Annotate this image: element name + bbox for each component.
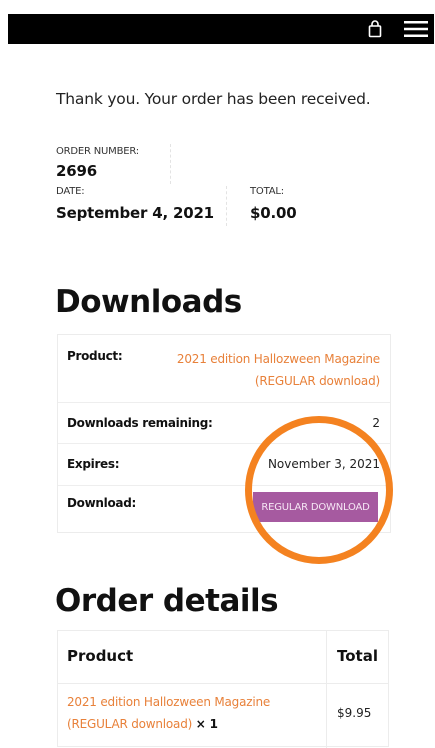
order-date-label: DATE: — [56, 186, 85, 197]
order-details-heading: Order details — [55, 583, 279, 619]
downloads-remaining-label: Downloads remaining: — [67, 416, 213, 430]
regular-download-button[interactable]: REGULAR DOWNLOAD — [253, 492, 378, 522]
order-details-header-row: Product Total — [58, 631, 388, 684]
product-label: Product: — [67, 349, 123, 363]
downloads-remaining-value: 2 — [372, 416, 380, 430]
order-total-value: $0.00 — [250, 204, 297, 222]
order-item-total: $9.95 — [337, 706, 372, 720]
download-row: Download: REGULAR DOWNLOAD — [58, 486, 390, 532]
downloads-table: Product: 2021 edition Hallozween Magazin… — [57, 334, 391, 533]
product-column-header: Product — [67, 647, 134, 665]
order-item-name: 2021 edition Hallozween Magazine (REGULA… — [67, 691, 322, 735]
expires-value: November 3, 2021 — [267, 457, 380, 471]
downloads-remaining-row: Downloads remaining: 2 — [58, 403, 390, 444]
download-label: Download: — [67, 496, 136, 510]
download-product-row: Product: 2021 edition Hallozween Magazin… — [58, 335, 390, 403]
expires-row: Expires: November 3, 2021 — [58, 444, 390, 486]
overview-divider — [170, 144, 171, 184]
shopping-bag-icon[interactable] — [368, 20, 382, 38]
expires-label: Expires: — [67, 457, 120, 471]
top-bar — [8, 14, 434, 44]
overview-divider — [226, 186, 227, 226]
download-product-link[interactable]: 2021 edition Hallozween Magazine (REGULA… — [130, 348, 380, 392]
order-details-table: Product Total 2021 edition Hallozween Ma… — [57, 630, 389, 748]
order-item-quantity: × 1 — [195, 717, 218, 731]
order-total-label: TOTAL: — [250, 186, 284, 197]
order-date-value: September 4, 2021 — [56, 204, 214, 222]
order-item-link[interactable]: 2021 edition Hallozween Magazine (REGULA… — [67, 695, 270, 731]
hamburger-menu-icon[interactable] — [404, 20, 428, 38]
order-received-notice: Thank you. Your order has been received. — [56, 90, 371, 108]
column-divider — [326, 631, 327, 748]
downloads-heading: Downloads — [55, 284, 242, 320]
total-column-header: Total — [337, 647, 378, 665]
order-number-label: ORDER NUMBER: — [56, 146, 139, 157]
order-number-value: 2696 — [56, 162, 97, 180]
